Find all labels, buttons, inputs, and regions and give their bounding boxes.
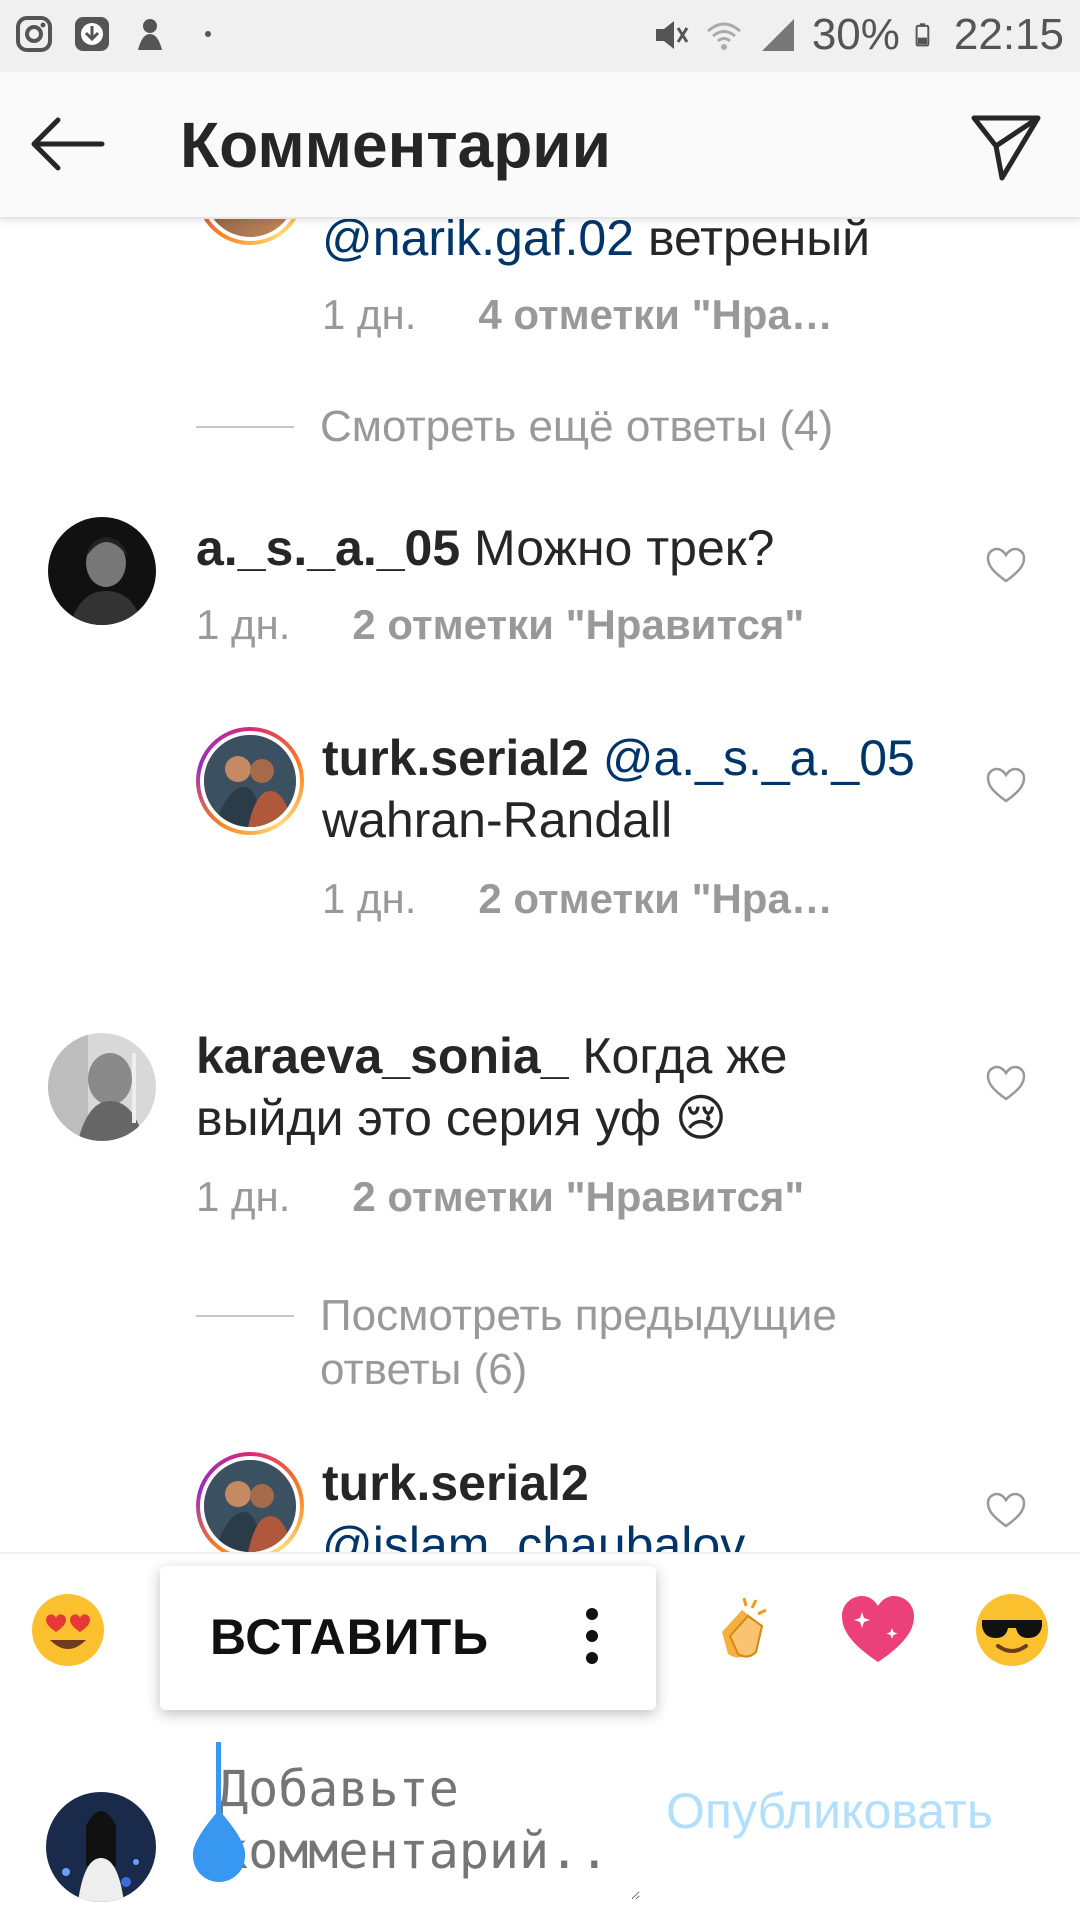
signal-icon [761,19,794,51]
heart-icon[interactable] [986,767,1026,805]
likes-count[interactable]: 2 отметки "Нра… [478,875,832,923]
text-selection-popup: ВСТАВИТЬ [160,1566,656,1710]
comment-text: Можно трек? [460,520,775,576]
user-photo [204,735,296,827]
user-photo [48,1033,156,1141]
caret-handle[interactable] [189,1810,249,1882]
user-photo [204,1460,296,1552]
view-more-replies[interactable]: Смотреть ещё ответы (4) [196,400,833,454]
publish-button[interactable]: Опубликовать [666,1782,993,1840]
view-more-label: Посмотреть предыдущие ответы (6) [320,1291,837,1394]
view-more-label: Смотреть ещё ответы (4) [320,402,834,451]
avatar[interactable] [196,1452,304,1552]
text-caret [216,1742,221,1818]
dot-icon [205,31,211,37]
comment-meta: 1 дн. 2 отметки "Нравится" [196,601,804,649]
avatar[interactable] [48,1033,156,1141]
heart-icon[interactable] [986,1492,1026,1530]
header: Комментарии [0,72,1080,219]
divider [196,426,294,428]
sunglasses-emoji[interactable] [974,1592,1050,1668]
comment-composer: Опубликовать [0,1698,1080,1920]
mention-link[interactable]: @narik.gaf.02 [322,217,634,266]
paste-button[interactable]: ВСТАВИТЬ [210,1608,489,1666]
username[interactable]: karaeva_sonia_ [196,1028,569,1084]
username[interactable]: turk.serial2 [322,730,589,786]
direct-send-icon[interactable] [966,106,1046,186]
more-options-icon[interactable] [572,1602,612,1672]
comment-text: ветреный [634,217,871,266]
comment-time: 1 дн. [322,291,417,338]
username[interactable]: turk.serial2 [322,1455,589,1511]
likes-count[interactable]: 2 отметки "Нравится" [352,601,804,649]
arrow-left-icon[interactable] [28,112,108,176]
likes-count[interactable]: 4 отметки "Нра… [478,291,832,339]
mention-link[interactable]: @islam_chaubalov [322,1517,745,1552]
sparkling-heart-emoji[interactable] [840,1592,916,1668]
divider [196,1315,294,1317]
download-icon [75,17,109,51]
heart-eyes-emoji[interactable] [30,1592,106,1668]
status-bar: 30% 22:15 [0,0,1080,72]
comment-text: wahran-Randall [322,792,673,848]
comment-meta: 1 дн. 2 отметки "Нравится" [196,1173,804,1221]
battery-icon [915,23,930,47]
comment-time: 1 дн. [196,1173,291,1220]
comment-time: 1 дн. [322,875,417,922]
page-title: Комментарии [180,109,611,181]
battery-percent: 30% [811,10,900,59]
comments-list[interactable]: @narik.gaf.02 ветреный 1 дн. 4 отметки "… [0,217,1080,1552]
avatar[interactable] [196,217,304,245]
mute-icon [655,21,689,49]
wifi-icon [706,22,741,50]
notification-icon [138,19,162,50]
clapping-hands-emoji[interactable] [704,1592,780,1668]
user-photo [48,517,156,625]
comment-time: 1 дн. [196,601,291,648]
avatar[interactable] [196,727,304,835]
username[interactable]: a._s._a._05 [196,520,460,576]
comment-meta: 1 дн. 2 отметки "Нра… [322,875,833,923]
likes-count[interactable]: 2 отметки "Нравится" [352,1173,804,1221]
clock: 22:15 [953,10,1064,59]
heart-icon[interactable] [986,547,1026,585]
heart-icon[interactable] [986,1065,1026,1103]
avatar [46,1792,156,1902]
mention-link[interactable]: @a._s._a._05 [589,730,915,786]
comment-input[interactable] [216,1756,640,1900]
view-previous-replies[interactable]: Посмотреть предыдущие ответы (6) [196,1289,920,1397]
avatar[interactable] [48,517,156,625]
comment-meta: 1 дн. 4 отметки "Нра… [322,291,833,339]
instagram-icon [16,16,52,52]
user-photo [46,1792,156,1902]
